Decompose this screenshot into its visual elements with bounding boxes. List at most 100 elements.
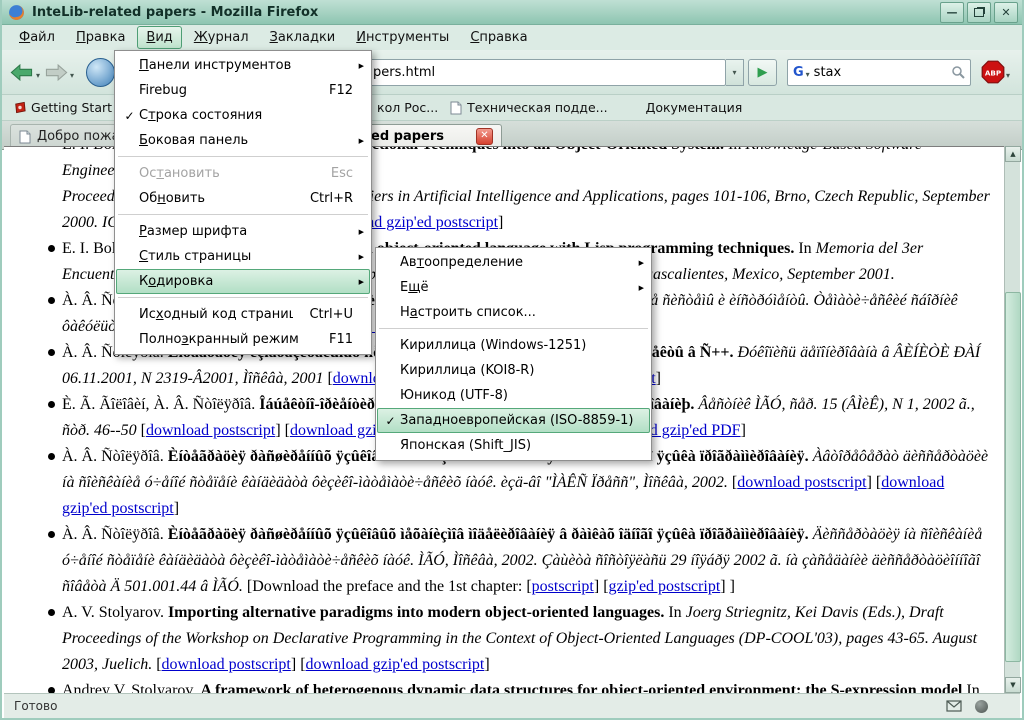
text-run: [ (152, 656, 161, 673)
encoding-menu-item-western-iso-8859-1[interactable]: ✓Западноевропейская (ISO-8859-1) (377, 408, 650, 433)
status-bar: Готово (4, 693, 1020, 718)
url-history-dropdown[interactable]: ▾ (726, 59, 744, 86)
download-link[interactable]: download gzip'ed postscript (306, 656, 485, 673)
text-run: Èíòåãðàöèÿ ðàñøèðåííûõ ÿçûêîâûõ ìåõàíèçì… (168, 526, 809, 543)
menu-item-label: Автоопределение (400, 255, 633, 270)
encoding-menu-item-customize[interactable]: Настроить список... (377, 300, 650, 325)
menu-item-label: Боковая панель (139, 133, 353, 148)
submenu-arrow-icon: ▶ (353, 62, 364, 70)
menubar-item-file[interactable]: Файл (10, 26, 64, 49)
restore-button[interactable] (967, 2, 991, 23)
minimize-button[interactable]: — (940, 2, 964, 23)
view-menu-item-page-style[interactable]: Стиль страницы▶ (116, 244, 370, 269)
text-run: Andrey V. Stolyarov. (62, 682, 200, 693)
adblock-button[interactable]: ABP ▾ (981, 60, 1014, 84)
text-run: [ (323, 370, 332, 387)
adblock-icon: ABP (981, 60, 1005, 84)
title-bar: InteLib-related papers - Mozilla Firefox… (2, 0, 1022, 25)
text-run: ] (656, 370, 661, 387)
download-link[interactable]: postscript (532, 578, 594, 595)
go-button[interactable]: ▶ (748, 59, 777, 86)
bullet-icon (48, 531, 55, 538)
submenu-arrow-icon: ▶ (633, 259, 644, 267)
bookmark-protokol[interactable]: кол Рос... (371, 98, 444, 117)
menu-item-label: Панели инструментов (139, 58, 353, 73)
status-text: Готово (14, 699, 57, 713)
menu-item-label: Firebug (139, 83, 313, 98)
search-box[interactable]: G ▾ (787, 59, 971, 86)
mail-icon[interactable] (946, 700, 962, 712)
forward-dropdown-icon[interactable]: ▾ (70, 71, 74, 80)
view-menu-item-text-size[interactable]: Размер шрифта▶ (116, 219, 370, 244)
back-arrow-icon (10, 64, 34, 81)
download-link[interactable]: download postscript (737, 474, 866, 491)
view-menu-item-fullscreen[interactable]: Полноэкранный режимF11 (116, 327, 370, 352)
text-run: À. Â. Ñòîëÿðîâ. (62, 448, 168, 465)
view-menu-item-encoding[interactable]: Кодировка▶ (116, 269, 370, 294)
tab-intelib-papers[interactable]: ed papers ✕ (362, 124, 502, 148)
encoding-submenu-popup: Автоопределение▶Ещё▶Настроить список...К… (375, 247, 652, 461)
menubar-item-tools[interactable]: Инструменты (347, 26, 458, 49)
view-menu-separator (116, 153, 370, 161)
bibliography-entry: A. V. Stolyarov. Importing alternative p… (62, 600, 991, 678)
view-menu-item-firebug[interactable]: FirebugF12 (116, 78, 370, 103)
page-icon (19, 130, 31, 144)
encoding-menu-item-unicode-utf8[interactable]: Юникод (UTF-8) (377, 383, 650, 408)
checkmark-icon: ✓ (381, 414, 400, 428)
view-menu-item-reload[interactable]: ОбновитьCtrl+R (116, 186, 370, 211)
reload-button[interactable] (86, 58, 115, 87)
menubar-item-edit[interactable]: Правка (67, 26, 134, 49)
bullet-icon (48, 609, 55, 616)
encoding-menu-item-japanese-shift-jis[interactable]: Японская (Shift_JIS) (377, 433, 650, 458)
download-link[interactable]: gzip'ed postscript (609, 578, 721, 595)
search-input[interactable] (812, 64, 946, 81)
menu-item-label: Обновить (139, 191, 294, 206)
menu-item-label: Юникод (UTF-8) (400, 388, 633, 403)
menubar-item-bookmarks[interactable]: Закладки (261, 26, 345, 49)
encoding-menu-item-auto-detect[interactable]: Автоопределение▶ (377, 250, 650, 275)
encoding-menu-item-more[interactable]: Ещё▶ (377, 275, 650, 300)
vertical-scrollbar[interactable]: ▲ ▼ (1004, 146, 1020, 693)
menubar-item-help[interactable]: Справка (461, 26, 536, 49)
text-run: A framework of heterogenous dynamic data… (200, 682, 962, 693)
search-icon[interactable] (951, 65, 965, 79)
view-menu-item-status-bar[interactable]: ✓Строка состояния (116, 103, 370, 128)
view-menu-item-toolbars[interactable]: Панели инструментов▶ (116, 53, 370, 78)
scrollbar-thumb[interactable] (1005, 292, 1021, 662)
bookmark-getting-started[interactable]: Getting Start (8, 98, 118, 117)
view-menu-item-sidebar[interactable]: Боковая панель▶ (116, 128, 370, 153)
menubar-item-history[interactable]: Журнал (185, 26, 258, 49)
search-engine-dropdown-icon[interactable]: ▾ (806, 70, 810, 79)
forward-button[interactable] (44, 64, 68, 81)
text-run: [ (728, 474, 737, 491)
view-menu-item-page-source[interactable]: Исходный код страницыCtrl+U (116, 302, 370, 327)
download-link[interactable]: download postscript (146, 422, 275, 439)
view-menu-separator (116, 294, 370, 302)
encoding-menu-item-cyrillic-windows-1251[interactable]: Кириллица (Windows-1251) (377, 333, 650, 358)
browser-window: InteLib-related papers - Mozilla Firefox… (0, 0, 1024, 720)
encoding-menu-item-cyrillic-koi8r[interactable]: Кириллица (KOI8-R) (377, 358, 650, 383)
tab-label: ed papers (371, 129, 470, 144)
adblock-status-icon[interactable] (975, 700, 988, 713)
bookmark-tech-support[interactable]: Техническая подде... (444, 98, 613, 117)
search-engine-icon[interactable]: G (788, 65, 806, 80)
submenu-arrow-icon: ▶ (353, 228, 364, 236)
back-button[interactable] (10, 64, 34, 81)
menubar-item-view[interactable]: Вид (137, 26, 181, 49)
menu-item-label: Японская (Shift_JIS) (400, 438, 633, 453)
tab-close-icon[interactable]: ✕ (476, 128, 493, 145)
download-link[interactable]: download postscript (162, 656, 291, 673)
adblock-dropdown-icon[interactable]: ▾ (1006, 71, 1010, 80)
scroll-up-icon[interactable]: ▲ (1005, 146, 1021, 162)
bookmark-documentation[interactable]: Документация (640, 98, 749, 117)
status-icons (946, 700, 988, 713)
bullet-icon (48, 453, 55, 460)
submenu-arrow-icon: ▶ (353, 278, 364, 286)
scroll-down-icon[interactable]: ▼ (1005, 677, 1021, 693)
back-dropdown-icon[interactable]: ▾ (36, 71, 40, 80)
close-button[interactable]: ✕ (994, 2, 1018, 23)
submenu-arrow-icon: ▶ (353, 253, 364, 261)
shortcut-label: Ctrl+U (309, 307, 353, 322)
view-menu-popup: Панели инструментов▶FirebugF12✓Строка со… (114, 50, 372, 355)
menu-item-label: Кодировка (139, 274, 353, 289)
